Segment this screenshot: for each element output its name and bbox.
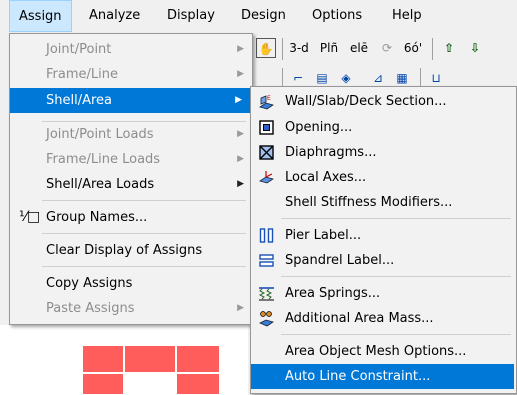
menu-help[interactable]: Help [383, 0, 431, 32]
menu-item-shell-area[interactable]: Shell/Area ▶ [10, 88, 250, 113]
menu-design[interactable]: Design [232, 0, 295, 32]
menu-item-clear-display[interactable]: Clear Display of Assigns [10, 238, 252, 263]
menu-item-copy-assigns[interactable]: Copy Assigns [10, 271, 252, 296]
menu-item-frame-line-loads[interactable]: Frame/Line Loads ▶ [10, 147, 252, 172]
menu-item-shell-area-loads[interactable]: Shell/Area Loads ▶ [10, 172, 252, 197]
menu-item-shell-stiffness-modifiers[interactable]: Shell Stiffness Modifiers... [251, 190, 516, 215]
menu-options[interactable]: Options [303, 0, 371, 32]
menu-separator [281, 218, 511, 219]
area-cell [176, 373, 220, 395]
perspective-button[interactable]: 6ó' [400, 38, 426, 58]
menu-item-opening[interactable]: Opening... [251, 115, 516, 140]
view-3d-button[interactable]: 3-d [286, 38, 312, 58]
menu-item-paste-assigns[interactable]: Paste Assigns ▶ [10, 296, 252, 321]
spandrel-icon [259, 254, 274, 267]
local-axes-icon [259, 171, 274, 184]
shell-area-submenu: E Wall/Slab/Deck Section... Opening... D… [250, 86, 517, 394]
menu-item-area-object-mesh-options[interactable]: Area Object Mesh Options... [251, 339, 516, 364]
section-icon[interactable]: ▦ [392, 68, 412, 88]
diaphragm-icon [259, 145, 274, 160]
toolbar-separator [432, 38, 433, 60]
area-cell [82, 345, 124, 373]
menu-assign[interactable]: Assign [9, 0, 72, 32]
menu-item-group-names[interactable]: ⅟□ Group Names... [10, 205, 252, 230]
menu-item-spandrel-label[interactable]: Spandrel Label... [251, 248, 516, 273]
toolbar-separator [282, 38, 283, 60]
menu-item-pier-label[interactable]: Pier Label... [251, 223, 516, 248]
submenu-arrow-icon: ▶ [237, 44, 244, 54]
plan-view-button[interactable]: Plñ [316, 38, 342, 58]
assign-menu: Joint/Point ▶ Frame/Line ▶ Shell/Area ▶ … [9, 33, 253, 325]
menu-item-joint-point-loads[interactable]: Joint/Point Loads ▶ [10, 122, 252, 147]
submenu-arrow-icon: ▶ [237, 303, 244, 313]
elevation-view-button[interactable]: elē [346, 38, 372, 58]
menu-separator [281, 276, 511, 277]
springs-icon [258, 287, 274, 301]
menu-item-auto-line-constraint[interactable]: Auto Line Constraint... [251, 364, 514, 389]
menu-item-area-springs[interactable]: Area Springs... [251, 281, 516, 306]
pan-icon[interactable]: ✋ [256, 38, 276, 58]
menu-separator [281, 334, 511, 335]
pier-icon [259, 228, 274, 243]
opening-icon [259, 120, 274, 135]
submenu-arrow-icon: ▶ [237, 179, 244, 189]
area-cell [176, 345, 220, 373]
area-cell [82, 373, 124, 395]
toolbar-row-1: ✋ 3-d Plñ elē ⟳ 6ó' ⇧ ⇩ [248, 34, 517, 62]
menu-separator [42, 233, 246, 234]
shape-icon[interactable]: ◈ [336, 68, 356, 88]
menu-separator [42, 266, 246, 267]
submenu-arrow-icon: ▶ [237, 69, 244, 79]
menu-item-additional-area-mass[interactable]: Additional Area Mass... [251, 306, 516, 331]
rotate-button[interactable]: ⟳ [376, 38, 398, 58]
menu-display[interactable]: Display [158, 0, 224, 32]
menu-item-frame-line[interactable]: Frame/Line ▶ [10, 62, 252, 87]
menu-analyze[interactable]: Analyze [80, 0, 149, 32]
menu-bar: Assign Analyze Display Design Options He… [0, 0, 517, 32]
menu-item-joint-point[interactable]: Joint/Point ▶ [10, 37, 252, 62]
mass-icon [259, 311, 274, 327]
select-icon[interactable]: ⌐ [288, 68, 308, 88]
submenu-arrow-icon: ▶ [237, 154, 244, 164]
area-cell [124, 345, 176, 373]
move-up-icon[interactable]: ⇧ [438, 38, 460, 58]
draw-icon[interactable]: ⊿ [368, 68, 388, 88]
frame-icon[interactable]: ⊔ [426, 68, 446, 88]
menu-item-diaphragms[interactable]: Diaphragms... [251, 140, 516, 165]
group-names-icon: ⅟□ [19, 209, 41, 225]
assign-icon[interactable]: ▤ [312, 68, 332, 88]
move-down-icon[interactable]: ⇩ [464, 38, 486, 58]
submenu-arrow-icon: ▶ [235, 95, 242, 105]
svg-text:E: E [267, 95, 271, 102]
wall-section-icon: E [259, 95, 274, 110]
model-canvas[interactable] [0, 325, 248, 395]
menu-separator [42, 200, 246, 201]
menu-item-wall-slab-deck-section[interactable]: E Wall/Slab/Deck Section... [251, 89, 516, 114]
submenu-arrow-icon: ▶ [237, 129, 244, 139]
menu-item-local-axes[interactable]: Local Axes... [251, 165, 516, 190]
